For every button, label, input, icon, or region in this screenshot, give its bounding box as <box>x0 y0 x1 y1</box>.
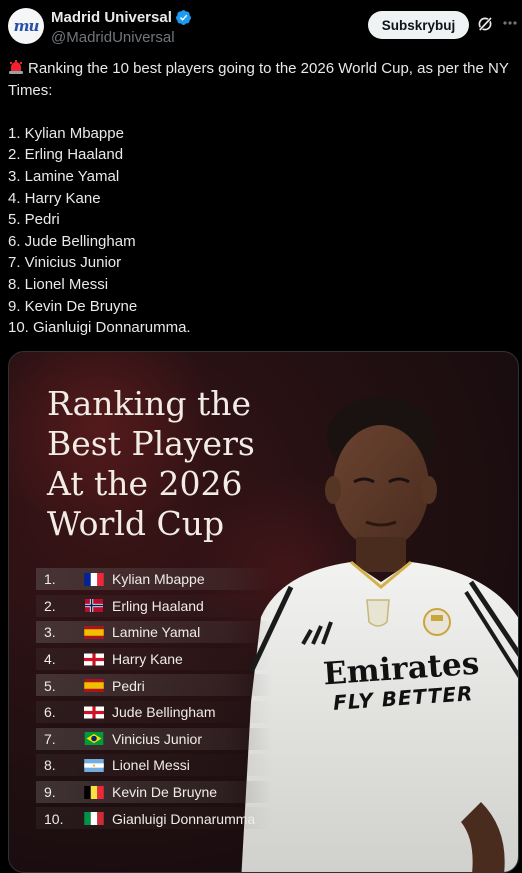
ranking-row: 4. Harry Kane <box>36 646 276 673</box>
rank-number: 9. <box>44 784 56 801</box>
england-flag-icon <box>84 706 104 719</box>
belgium-flag-icon <box>84 785 104 799</box>
player-name: Pedri <box>112 677 145 694</box>
france-flag-icon <box>84 572 104 586</box>
ranking-row: 1. Kylian Mbappe <box>36 566 276 593</box>
rank-number: 3. <box>44 624 56 641</box>
shirt-sponsor: Emirates FLY BETTER <box>315 646 489 716</box>
tweet-list-item: 6. Jude Bellingham <box>8 232 136 250</box>
player-name: Jude Bellingham <box>112 704 216 721</box>
rank-number: 5. <box>44 677 56 694</box>
spain-flag-icon <box>84 679 104 693</box>
tweet-list-item: 1. Kylian Mbappe <box>8 124 124 142</box>
player-name: Vinicius Junior <box>112 730 203 747</box>
ranking-list: 1. Kylian Mbappe 2. Erling Haaland 3. La… <box>36 566 276 832</box>
ranking-row: 3. Lamine Yamal <box>36 619 276 646</box>
tweet-intro: Ranking the 10 best players going to the… <box>8 60 513 99</box>
italy-flag-icon <box>84 812 104 826</box>
grok-icon[interactable] <box>476 15 494 33</box>
account-handle[interactable]: @MadridUniversal <box>51 29 175 46</box>
norway-flag-icon <box>85 599 103 613</box>
brazil-flag-icon <box>84 732 104 746</box>
ranking-row: 9. Kevin De Bruyne <box>36 779 276 806</box>
tweet-list-item: 4. Harry Kane <box>8 189 101 207</box>
tweet-media-image[interactable]: Ranking the Best Players At the 2026 Wor… <box>8 351 519 873</box>
rotating-light-icon <box>9 60 23 74</box>
ranking-row: 6. Jude Bellingham <box>36 699 276 726</box>
verified-badge-icon <box>175 10 191 25</box>
account-avatar[interactable]: mu <box>8 8 44 44</box>
player-name: Erling Haaland <box>112 597 204 614</box>
tweet-text: Ranking the 10 best players going to the… <box>8 58 514 339</box>
player-photo <box>241 397 518 872</box>
tweet-header: mu Madrid Universal @MadridUniversal Sub… <box>0 0 522 52</box>
rank-number: 2. <box>44 597 56 614</box>
rank-number: 6. <box>44 704 56 721</box>
player-name: Lionel Messi <box>112 757 190 774</box>
player-name: Lamine Yamal <box>112 624 201 641</box>
ranking-row: 10. Gianluigi Donnarumma <box>36 805 276 832</box>
ranking-row: 8. Lionel Messi <box>36 752 276 779</box>
player-name: Gianluigi Donnarumma <box>112 810 256 827</box>
rank-number: 7. <box>44 730 56 747</box>
argentina-flag-icon <box>84 758 104 772</box>
player-name: Kylian Mbappe <box>112 571 205 588</box>
spain-flag-icon <box>84 625 104 639</box>
tweet-list-item: 10. Gianluigi Donnarumma. <box>8 319 191 337</box>
ranking-row: 2. Erling Haaland <box>36 593 276 620</box>
rank-number: 1. <box>44 571 56 588</box>
subscribe-button[interactable]: Subskrybuj <box>368 11 469 39</box>
rank-number: 10. <box>44 810 64 827</box>
tweet-list-item: 3. Lamine Yamal <box>8 167 120 185</box>
tweet-list-item: 9. Kevin De Bruyne <box>8 297 138 315</box>
more-options-icon[interactable] <box>500 12 518 34</box>
display-name[interactable]: Madrid Universal <box>51 9 172 26</box>
player-name: Kevin De Bruyne <box>112 784 218 801</box>
tweet-list-item: 5. Pedri <box>8 211 60 229</box>
rank-number: 8. <box>44 757 56 774</box>
tweet-list-item: 2. Erling Haaland <box>8 146 124 164</box>
name-row: Madrid Universal <box>51 9 192 26</box>
ranking-row: 7. Vinicius Junior <box>36 726 276 753</box>
ranking-row: 5. Pedri <box>36 672 276 699</box>
england-flag-icon <box>84 653 104 666</box>
tweet-list-item: 7. Vinicius Junior <box>8 254 122 272</box>
player-name: Harry Kane <box>112 651 183 668</box>
tweet-list-item: 8. Lionel Messi <box>8 275 109 293</box>
rank-number: 4. <box>44 651 56 668</box>
